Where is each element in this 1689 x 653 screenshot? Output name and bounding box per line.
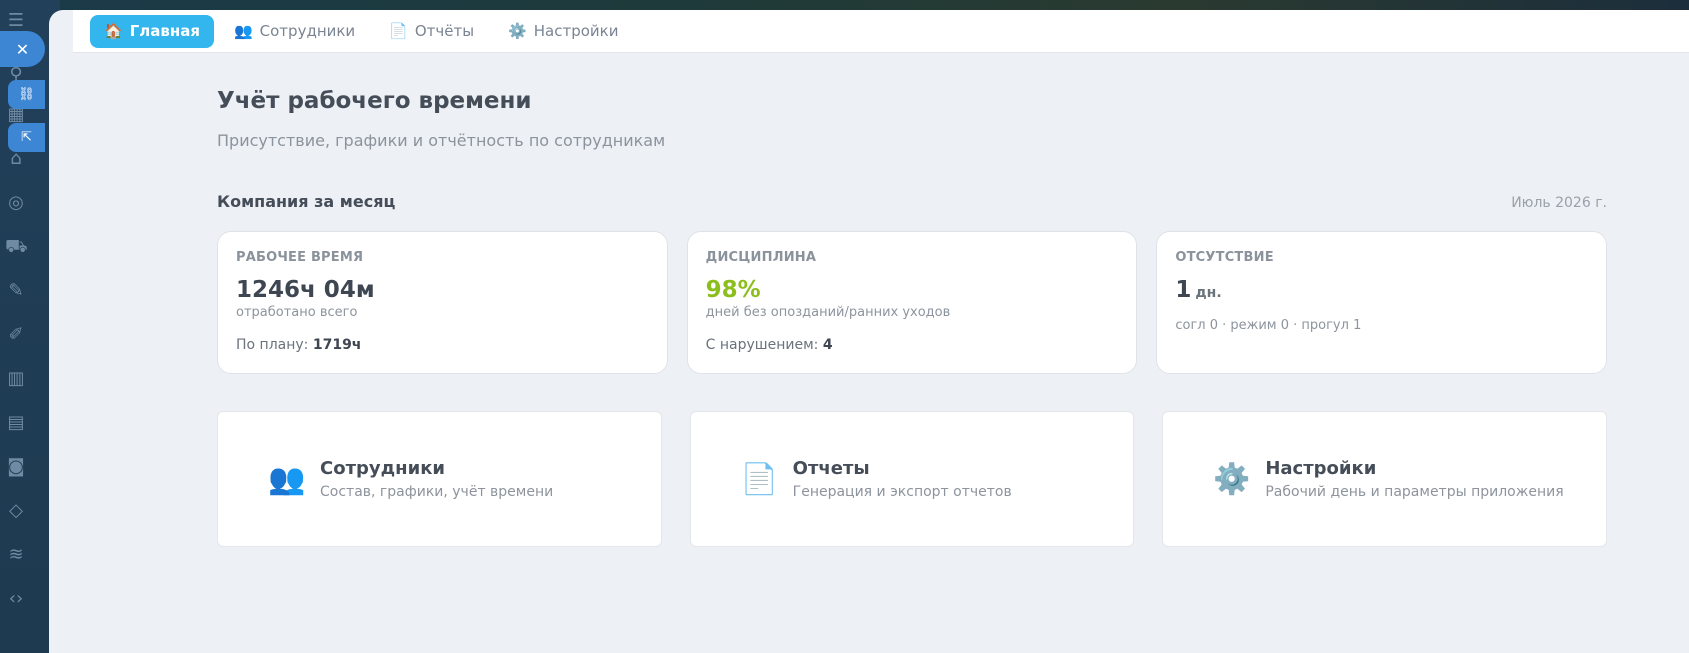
gear-icon: ⚙️ (1213, 461, 1251, 497)
discipline-card: ДИСЦИПЛИНА 98% дней без опозданий/ранних… (686, 231, 1138, 374)
section-title: Компания за месяц (217, 192, 396, 211)
discipline-value: 98% (705, 277, 761, 303)
violations-label: С нарушением: (705, 337, 819, 353)
discipline-label: ДИСЦИПЛИНА (705, 250, 817, 265)
top-navigation: 🏠 Главная 👥 Сотрудники 📄 Отчёты ⚙️ Настр… (73, 10, 1689, 53)
work-time-label: РАБОЧЕЕ ВРЕМЯ (236, 250, 364, 265)
link-icon: ⛓ (18, 87, 35, 102)
people-icon: 👥 (233, 22, 253, 40)
absence-label: ОТСУТСТВИЕ (1175, 250, 1274, 265)
wave-icon: ≋ (8, 544, 24, 565)
nav-employees[interactable]: 👥 Сотрудники (220, 15, 369, 48)
violations-value: 4 (822, 337, 833, 353)
absence-unit: дн. (1195, 285, 1222, 301)
nav-home-label: Главная (129, 22, 200, 40)
plan-line: По плану: 1719ч (236, 337, 361, 353)
app-window: 🏠 Главная 👥 Сотрудники 📄 Отчёты ⚙️ Настр… (49, 10, 1689, 653)
stats-row: РАБОЧЕЕ ВРЕМЯ 1246ч 04м отработано всего… (217, 231, 1608, 374)
page-title: Учёт рабочего времени (217, 88, 532, 114)
tile-settings-desc: Рабочий день и параметры приложения (1265, 484, 1564, 500)
close-button[interactable]: ✕ (0, 31, 45, 67)
tile-reports-title: Отчеты (792, 458, 870, 479)
tile-employees-title: Сотрудники (320, 458, 446, 479)
home-icon: 🏠 (104, 22, 123, 40)
id-card-icon: ▤ (7, 412, 25, 433)
discipline-desc: дней без опозданий/ранних уходов (705, 305, 951, 320)
box-icon: ◇ (9, 500, 23, 521)
document-icon: 📄 (389, 22, 408, 40)
work-time-card: РАБОЧЕЕ ВРЕМЯ 1246ч 04м отработано всего… (217, 231, 668, 374)
code-icon: ‹› (8, 588, 24, 609)
menu-icon: ☰ (7, 10, 25, 31)
tile-employees[interactable]: 👥 Сотрудники Состав, графики, учёт време… (217, 411, 662, 547)
absence-value: 1 (1175, 277, 1192, 303)
plan-label: По плану: (236, 337, 309, 353)
target-icon: ◎ (8, 192, 24, 213)
nav-reports-label: Отчёты (414, 22, 475, 40)
work-time-value: 1246ч 04м (236, 277, 375, 303)
doc-edit-icon: ✎ (8, 280, 24, 301)
document-icon: 📄 (740, 461, 779, 497)
absence-card: ОТСУТСТВИЕ 1 дн. согл 0 · режим 0 · прогу… (1156, 231, 1608, 374)
absence-value-line: 1 дн. (1175, 277, 1588, 303)
absence-breakdown: согл 0 · режим 0 · прогул 1 (1175, 318, 1362, 333)
plan-value: 1719ч (312, 337, 362, 353)
close-icon: ✕ (15, 39, 30, 59)
work-time-desc: отработано всего (236, 305, 358, 320)
page-subtitle: Присутствие, графики и отчётность по сот… (217, 131, 666, 150)
gear-icon: ⚙️ (508, 22, 527, 40)
cart-icon: ⛟ (5, 236, 28, 257)
pen-icon: ✐ (8, 324, 24, 345)
tile-settings-title: Настройки (1265, 458, 1377, 479)
violations-line: С нарушением: 4 (706, 337, 833, 353)
robot-icon: ◙ (7, 456, 25, 477)
external-link-icon: ⇱ (21, 130, 32, 145)
nav-settings-label: Настройки (533, 22, 619, 40)
people-icon: 👥 (268, 461, 306, 497)
tile-employees-desc: Состав, графики, учёт времени (320, 484, 554, 500)
nav-settings[interactable]: ⚙️ Настройки (494, 15, 632, 48)
copy-link-button[interactable]: ⛓ (8, 80, 45, 109)
open-external-button[interactable]: ⇱ (8, 123, 45, 152)
nav-home[interactable]: 🏠 Главная (90, 14, 214, 48)
period-label: Июль 2026 г. (1511, 195, 1607, 211)
navigation-tiles: 👥 Сотрудники Состав, графики, учёт време… (217, 411, 1608, 547)
bar-chart-icon: ▥ (7, 368, 25, 389)
nav-employees-label: Сотрудники (259, 22, 356, 40)
tile-reports-desc: Генерация и экспорт отчетов (792, 484, 1012, 500)
nav-reports[interactable]: 📄 Отчёты (375, 15, 488, 48)
tile-settings[interactable]: ⚙️ Настройки Рабочий день и параметры пр… (1162, 411, 1608, 547)
tile-reports[interactable]: 📄 Отчеты Генерация и экспорт отчетов (689, 411, 1135, 547)
